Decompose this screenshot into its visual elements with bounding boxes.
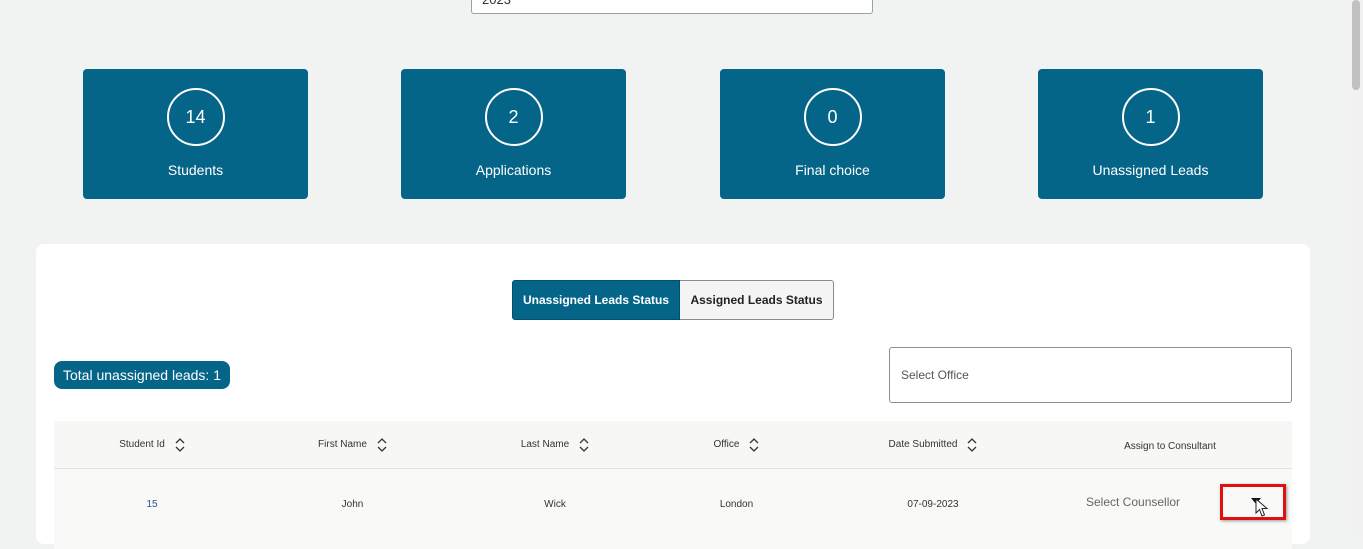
stat-applications-label: Applications — [475, 162, 552, 178]
counsellor-select[interactable]: Select Counsellor — [1086, 495, 1180, 509]
stat-card-applications: 2 Applications — [401, 69, 626, 199]
stat-final-choice-label: Final choice — [795, 162, 870, 178]
total-unassigned-badge: Total unassigned leads: 1 — [54, 361, 230, 389]
cell-last-name: Wick — [544, 499, 566, 510]
column-header-date-submitted[interactable]: Date Submitted — [818, 421, 1048, 468]
sort-icon — [377, 437, 387, 452]
sort-icon — [579, 437, 589, 452]
column-header-student-id[interactable]: Student Id — [54, 421, 250, 468]
stat-card-final-choice: 0 Final choice — [720, 69, 945, 199]
column-header-assign-to-consultant: Assign to Consultant — [1124, 441, 1216, 452]
tab-assigned-leads-status[interactable]: Assigned Leads Status — [680, 280, 834, 320]
year-select-value: 2023 — [482, 0, 511, 7]
sort-icon — [750, 437, 759, 452]
table-row: 15 John Wick London 07-09-2023 Select Co… — [54, 469, 1292, 549]
cell-first-name: John — [341, 499, 364, 510]
stat-students-value: 14 — [166, 88, 225, 146]
page-scrollbar-thumb[interactable] — [1352, 0, 1360, 90]
sort-icon — [968, 437, 977, 452]
column-header-first-name[interactable]: First Name — [250, 421, 455, 468]
stat-applications-value: 2 — [484, 88, 543, 146]
stat-students-label: Students — [167, 162, 224, 178]
counsellor-dropdown-toggle[interactable] — [1220, 484, 1286, 520]
office-select[interactable]: Select Office — [889, 347, 1292, 403]
leads-status-tabs: Unassigned Leads Status Assigned Leads S… — [512, 280, 834, 320]
stat-card-students: 14 Students — [83, 69, 308, 199]
cell-date-submitted: 07-09-2023 — [907, 499, 959, 510]
column-header-last-name[interactable]: Last Name — [455, 421, 655, 468]
leads-panel: Unassigned Leads Status Assigned Leads S… — [36, 244, 1310, 549]
stat-unassigned-leads-value: 1 — [1121, 88, 1180, 146]
table-header: Student Id First Name Last Name Office D… — [54, 421, 1292, 469]
column-header-office[interactable]: Office — [655, 421, 818, 468]
office-select-placeholder: Select Office — [901, 368, 969, 382]
stat-card-unassigned-leads: 1 Unassigned Leads — [1038, 69, 1263, 199]
stat-unassigned-leads-label: Unassigned Leads — [1092, 162, 1209, 178]
tab-unassigned-leads-status[interactable]: Unassigned Leads Status — [512, 280, 680, 320]
mouse-cursor-icon — [1255, 498, 1269, 517]
cell-student-id[interactable]: 15 — [54, 469, 250, 540]
stat-final-choice-value: 0 — [803, 88, 862, 146]
page-scrollbar[interactable] — [1349, 0, 1363, 533]
sort-icon — [175, 437, 185, 452]
year-select[interactable]: 2023 — [471, 0, 873, 14]
cell-office: London — [719, 499, 754, 510]
